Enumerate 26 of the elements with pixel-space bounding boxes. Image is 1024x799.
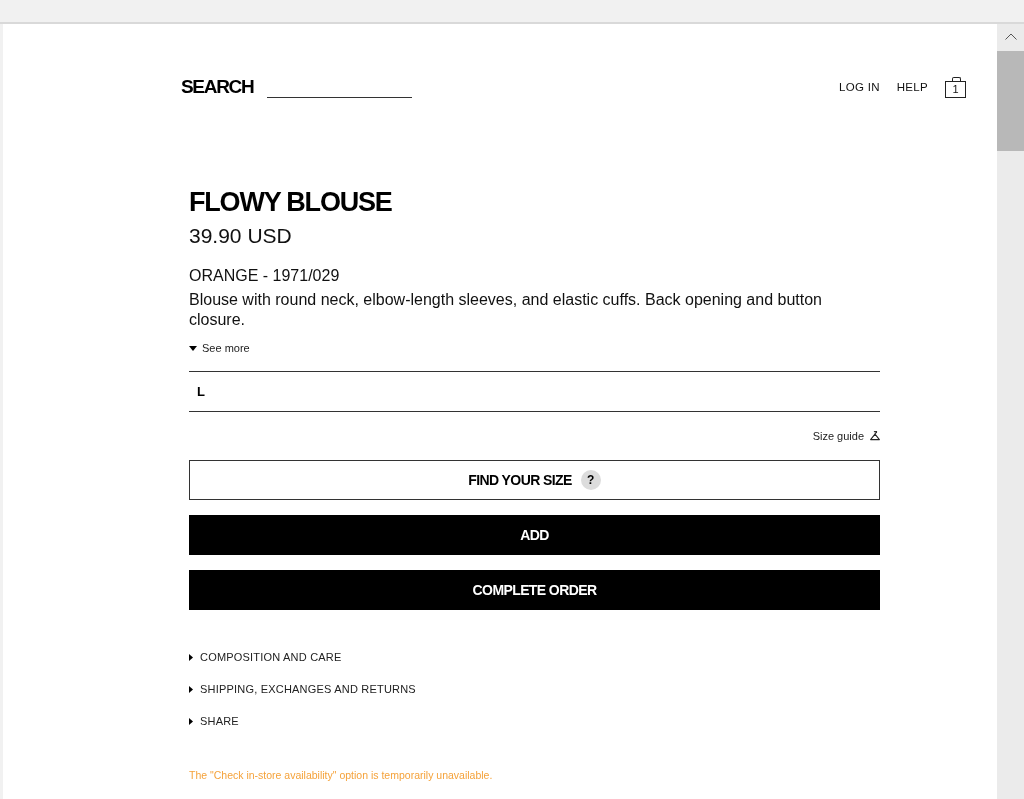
- size-select[interactable]: L: [189, 371, 880, 412]
- accordion-item[interactable]: SHIPPING, EXCHANGES AND RETURNS: [189, 682, 416, 696]
- complete-order-button[interactable]: COMPLETE ORDER: [189, 570, 880, 610]
- search-label: SEARCH: [181, 76, 254, 98]
- cart-button[interactable]: 1: [945, 80, 966, 98]
- add-button[interactable]: ADD: [189, 515, 880, 555]
- product-title: FLOWY BLOUSE: [189, 187, 393, 217]
- caret-right-icon: [189, 653, 193, 661]
- product-price: 39.90 USD: [189, 224, 293, 248]
- accordion-item[interactable]: SHARE: [189, 714, 239, 728]
- find-size-button[interactable]: FIND YOUR SIZE ?: [189, 460, 880, 500]
- caret-down-icon: [189, 345, 197, 351]
- caret-right-icon: [189, 685, 193, 693]
- hanger-icon: [870, 431, 880, 441]
- header-link[interactable]: LOG IN: [838, 80, 880, 94]
- accordion-item[interactable]: COMPOSITION AND CARE: [189, 650, 342, 664]
- color-reference: ORANGE - 1971/029: [189, 266, 341, 286]
- see-more-link[interactable]: See more: [189, 341, 250, 355]
- size-guide-link[interactable]: Size guide: [812, 429, 880, 443]
- availability-notice: The "Check in-store availability" option is temporarily unavailable.: [189, 768, 494, 782]
- scroll-up-icon[interactable]: [1004, 33, 1017, 40]
- scrollbar-thumb[interactable]: [997, 51, 1024, 151]
- caret-right-icon: [189, 717, 193, 725]
- help-icon: ?: [580, 470, 601, 490]
- header-link[interactable]: HELP: [896, 80, 928, 94]
- product-description: Blouse with round neck, elbow-length sleeves, and elastic cuffs. Back opening and button closure.: [189, 290, 823, 330]
